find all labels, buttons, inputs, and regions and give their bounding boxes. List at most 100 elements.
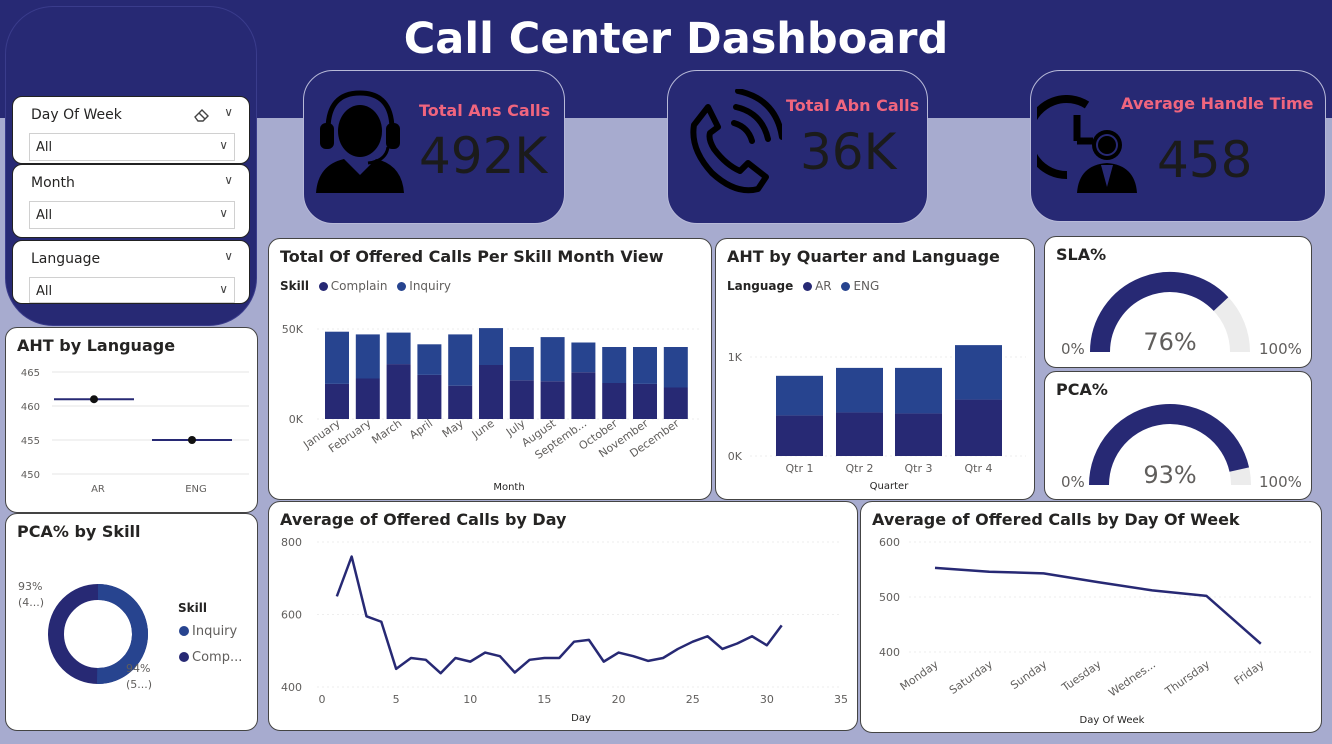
data-label: 94% (126, 662, 150, 675)
bar-complain (633, 383, 657, 419)
x-tick-label: 10 (463, 693, 477, 706)
card-offered-per-skill-month: Total Of Offered Calls Per Skill Month V… (268, 238, 712, 500)
y-tick-label: 400 (281, 681, 302, 694)
x-tick-label: 25 (686, 693, 700, 706)
x-tick-label: 35 (834, 693, 848, 706)
eraser-icon[interactable] (193, 107, 211, 127)
chevron-down-icon[interactable]: ∨ (224, 105, 233, 119)
dropdown-value: All (36, 140, 53, 155)
gauge-max-label: 100% (1259, 473, 1302, 491)
gauge-min-label: 0% (1061, 473, 1085, 491)
bar-eng (776, 375, 823, 416)
bar-inquiry (417, 344, 442, 375)
bar-inquiry (509, 347, 534, 381)
x-tick-label: Thursday (1162, 658, 1213, 699)
dropdown-day-of-week[interactable]: All ∨ (29, 133, 235, 161)
gauge-max-label: 100% (1259, 340, 1302, 358)
slicer-month: Month ∨ All ∨ (12, 164, 250, 238)
slicer-language: Language ∨ All ∨ (12, 240, 250, 304)
legend-item: Inquiry (192, 624, 238, 639)
x-axis-title: Month (493, 482, 524, 493)
x-tick-label: April (407, 417, 435, 442)
kpi-label: Total Abn Calls (786, 96, 920, 115)
chevron-down-icon: ∨ (219, 138, 228, 152)
pca-gauge: 93% 0% 100% (1061, 404, 1302, 491)
y-tick-label: 600 (879, 536, 900, 549)
card-pca-gauge: PCA% 93% 0% 100% (1044, 371, 1312, 500)
pca-by-skill-chart: 94% (5...) 93% (4...) Skill Inquiry Comp... (18, 580, 242, 691)
gauge-value: 93% (1143, 461, 1196, 489)
bar-inquiry (602, 347, 627, 383)
x-tick-label: Tuesday (1059, 658, 1104, 695)
bar-complain (509, 380, 534, 419)
headset-agent-icon (314, 85, 406, 199)
chevron-down-icon: ∨ (219, 206, 228, 220)
bar-inquiry (386, 332, 411, 365)
y-tick-label: 500 (879, 591, 900, 604)
data-point (90, 395, 98, 404)
x-tick-label: March (369, 417, 404, 447)
bar-complain (355, 378, 380, 419)
y-tick-label: 800 (281, 536, 302, 549)
gauge-value: 76% (1143, 328, 1196, 356)
data-label: (5...) (126, 678, 152, 691)
dropdown-language[interactable]: All ∨ (29, 277, 235, 303)
bar-inquiry (540, 337, 565, 382)
kpi-label: Average Handle Time (1121, 94, 1314, 113)
x-tick-label: Qtr 4 (965, 462, 993, 475)
x-tick-label: 5 (393, 693, 400, 706)
x-tick-label: Wednes... (1106, 658, 1158, 700)
legend-item: Comp... (192, 650, 242, 665)
series-line (934, 566, 1262, 645)
bar-ar (955, 399, 1002, 456)
slicer-day-of-week: Day Of Week ∨ All ∨ (12, 96, 250, 164)
data-label: (4...) (18, 596, 44, 609)
y-tick-label: 455 (21, 436, 40, 447)
y-tick-label: 400 (879, 646, 900, 659)
sla-gauge: 76% 0% 100% (1061, 272, 1302, 358)
dropdown-value: All (36, 208, 53, 223)
x-axis-title: Day (571, 713, 591, 724)
bar-complain (325, 383, 349, 419)
slicer-label: Day Of Week (31, 107, 122, 123)
kpi-total-abn-calls: Total Abn Calls 36K (667, 70, 928, 224)
slicer-label: Month (31, 175, 75, 191)
avg-offered-by-day-chart: 400 600 800 0 5 10 15 20 25 30 35 Day (281, 536, 848, 724)
x-tick-label: 20 (612, 693, 626, 706)
card-aht-by-language: AHT by Language 450 455 460 465 AR ENG (5, 327, 258, 513)
bar-inquiry (479, 328, 503, 365)
bar-eng (895, 367, 942, 414)
y-tick-label: 600 (281, 609, 302, 622)
bar-inquiry (571, 342, 596, 373)
bar-complain (602, 383, 627, 419)
bar-complain (417, 374, 442, 419)
x-tick-label: Qtr 1 (786, 462, 814, 475)
x-tick-label: Sunday (1008, 658, 1050, 693)
y-tick-label: 1K (728, 351, 743, 364)
kpi-value: 36K (800, 123, 897, 181)
card-aht-by-quarter: AHT by Quarter and Language Language AR … (715, 238, 1035, 500)
avg-offered-by-dow-chart: 400 500 600 Monday Saturday Sunday Tuesday Wedn… (879, 536, 1311, 726)
chevron-down-icon[interactable]: ∨ (224, 173, 233, 187)
dropdown-value: All (36, 284, 53, 299)
chevron-down-icon[interactable]: ∨ (224, 249, 233, 263)
x-tick-label: ENG (185, 484, 207, 495)
bar-inquiry (448, 334, 473, 386)
phone-ringing-icon (682, 88, 785, 201)
card-pca-by-skill: PCA% by Skill 94% (5...) 93% (4...) Skill Inq… (5, 513, 258, 731)
aht-by-language-chart: 450 455 460 465 AR ENG (21, 368, 249, 495)
data-label: 93% (18, 580, 42, 593)
kpi-total-ans-calls: Total Ans Calls 492K (303, 70, 565, 224)
bar-ar (895, 413, 942, 456)
x-axis-title: Quarter (870, 481, 910, 492)
bar-eng (955, 345, 1002, 400)
bar-inquiry (633, 347, 657, 384)
dropdown-month[interactable]: All ∨ (29, 201, 235, 229)
offered-per-skill-month-chart: 0K50KJanuaryFebruaryMarch April May June Jul… (282, 323, 699, 493)
bar-complain (479, 365, 503, 419)
x-tick-label: June (469, 417, 497, 442)
kpi-label: Total Ans Calls (419, 101, 551, 120)
chevron-down-icon: ∨ (219, 282, 228, 296)
bar-complain (386, 364, 411, 419)
x-tick-label: 15 (537, 693, 551, 706)
